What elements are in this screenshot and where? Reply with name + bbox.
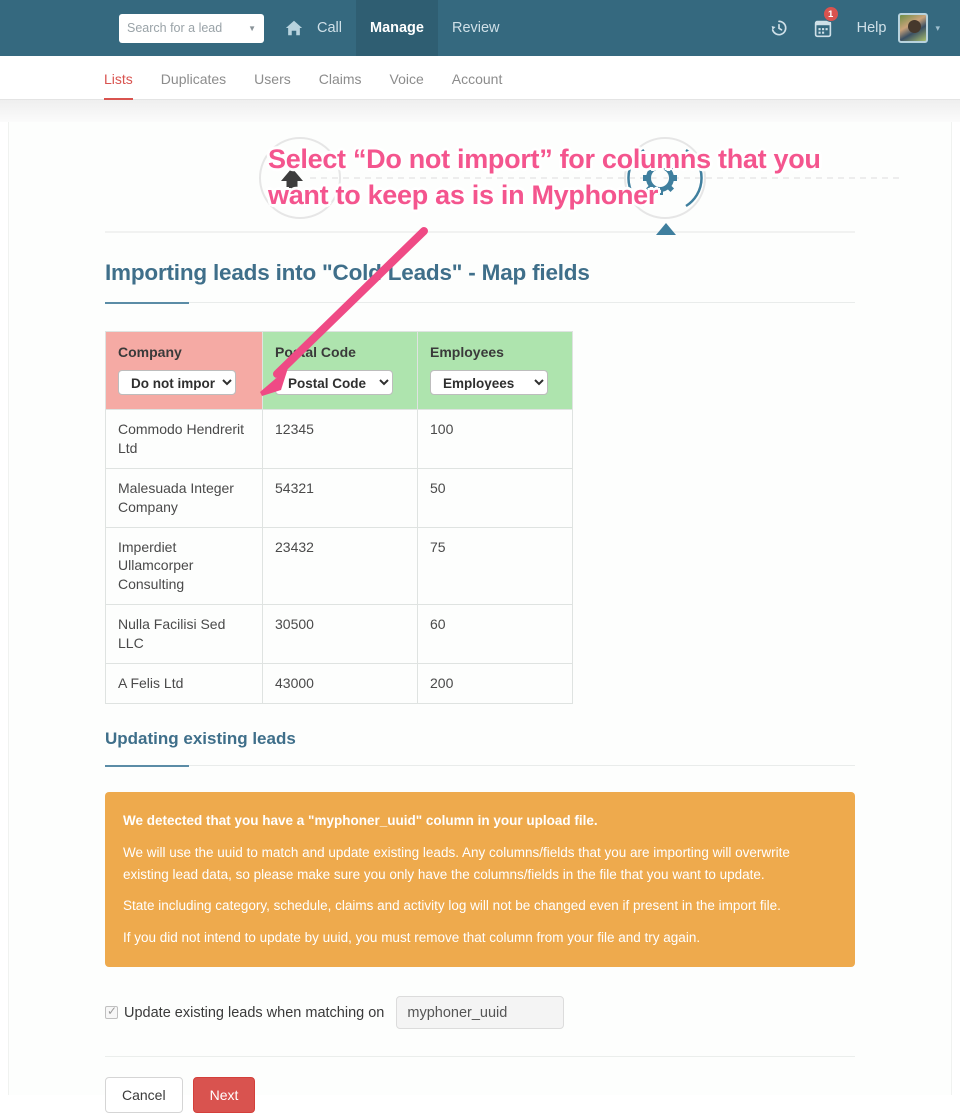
table-row: A Felis Ltd 43000 200 xyxy=(106,664,573,704)
avatar-chevron-down-icon[interactable]: ▾ xyxy=(935,23,940,34)
column-name-company: Company xyxy=(118,344,250,360)
field-select-company[interactable]: Do not import xyxy=(118,370,236,395)
table-row: Commodo Hendrerit Ltd 12345 100 xyxy=(106,410,573,469)
warning-lead-text: We detected that you have a "myphoner_uu… xyxy=(123,810,837,832)
cell-employees: 50 xyxy=(418,468,573,527)
section-title-divider xyxy=(105,765,855,766)
cell-postal-code: 30500 xyxy=(263,605,418,664)
warning-paragraph-3: If you did not intend to update by uuid,… xyxy=(123,927,837,949)
top-navigation-bar: Search for a lead ▼ Call Manage Review xyxy=(0,0,960,56)
field-select-employees[interactable]: Employees xyxy=(430,370,548,395)
nav-link-manage[interactable]: Manage xyxy=(356,0,438,56)
chevron-down-icon: ▼ xyxy=(248,24,256,33)
column-name-employees: Employees xyxy=(430,344,560,360)
calendar-badge-count: 1 xyxy=(823,6,839,22)
content-card: Importing leads into "Cold Leads" - Map … xyxy=(8,122,952,1095)
next-button[interactable]: Next xyxy=(193,1077,256,1113)
mapping-header-row: Company Do not import Postal Code Postal… xyxy=(106,332,573,410)
home-icon[interactable] xyxy=(285,19,303,37)
help-link[interactable]: Help xyxy=(845,20,899,36)
cell-employees: 100 xyxy=(418,410,573,469)
history-icon[interactable] xyxy=(757,0,801,56)
footer-divider xyxy=(105,1056,855,1057)
cell-employees: 75 xyxy=(418,527,573,605)
page-title: Importing leads into "Cold Leads" - Map … xyxy=(105,122,855,286)
avatar[interactable] xyxy=(898,13,928,43)
search-placeholder-text: Search for a lead xyxy=(127,21,222,35)
mapping-header-employees: Employees Employees xyxy=(418,332,573,410)
warning-paragraph-2: State including category, schedule, clai… xyxy=(123,895,837,917)
cell-company: Nulla Facilisi Sed LLC xyxy=(106,605,263,664)
calendar-icon[interactable]: 1 xyxy=(801,0,845,56)
top-nav-right-group: 1 Help ▾ xyxy=(757,0,960,56)
table-row: Nulla Facilisi Sed LLC 30500 60 xyxy=(106,605,573,664)
cell-company: Malesuada Integer Company xyxy=(106,468,263,527)
cancel-button[interactable]: Cancel xyxy=(105,1077,183,1113)
header-gradient-band xyxy=(0,100,960,122)
cell-company: Imperdiet Ullamcorper Consulting xyxy=(106,527,263,605)
search-input[interactable]: Search for a lead ▼ xyxy=(119,14,264,43)
warning-paragraph-1: We will use the uuid to match and update… xyxy=(123,842,837,886)
nav-link-call[interactable]: Call xyxy=(303,0,356,56)
mapping-table-body: Commodo Hendrerit Ltd 12345 100 Malesuad… xyxy=(106,410,573,704)
cell-postal-code: 12345 xyxy=(263,410,418,469)
content-inner: Importing leads into "Cold Leads" - Map … xyxy=(9,122,951,1113)
field-mapping-table: Company Do not import Postal Code Postal… xyxy=(105,331,573,704)
field-select-postal-code[interactable]: Postal Code xyxy=(275,370,393,395)
cell-company: A Felis Ltd xyxy=(106,664,263,704)
table-row: Malesuada Integer Company 54321 50 xyxy=(106,468,573,527)
form-actions: Cancel Next xyxy=(105,1077,855,1113)
cell-employees: 200 xyxy=(418,664,573,704)
uuid-warning-panel: We detected that you have a "myphoner_uu… xyxy=(105,792,855,967)
tab-lists[interactable]: Lists xyxy=(104,71,147,99)
page-title-divider xyxy=(105,302,855,303)
cell-company: Commodo Hendrerit Ltd xyxy=(106,410,263,469)
tab-account[interactable]: Account xyxy=(438,71,517,99)
table-row: Imperdiet Ullamcorper Consulting 23432 7… xyxy=(106,527,573,605)
cell-employees: 60 xyxy=(418,605,573,664)
matching-field-input[interactable] xyxy=(396,996,564,1029)
secondary-tab-bar: Lists Duplicates Users Claims Voice Acco… xyxy=(0,56,960,100)
cell-postal-code: 43000 xyxy=(263,664,418,704)
nav-link-review[interactable]: Review xyxy=(438,0,514,56)
cell-postal-code: 54321 xyxy=(263,468,418,527)
section-title-updating-existing-leads: Updating existing leads xyxy=(105,729,855,749)
update-existing-leads-row: Update existing leads when matching on xyxy=(105,996,855,1029)
mapping-header-postal-code: Postal Code Postal Code xyxy=(263,332,418,410)
update-existing-leads-checkbox[interactable] xyxy=(105,1006,118,1019)
tab-claims[interactable]: Claims xyxy=(305,71,376,99)
update-existing-leads-label: Update existing leads when matching on xyxy=(124,1005,384,1021)
column-name-postal-code: Postal Code xyxy=(275,344,405,360)
tab-duplicates[interactable]: Duplicates xyxy=(147,71,240,99)
tab-users[interactable]: Users xyxy=(240,71,305,99)
tab-voice[interactable]: Voice xyxy=(376,71,438,99)
mapping-header-company: Company Do not import xyxy=(106,332,263,410)
cell-postal-code: 23432 xyxy=(263,527,418,605)
